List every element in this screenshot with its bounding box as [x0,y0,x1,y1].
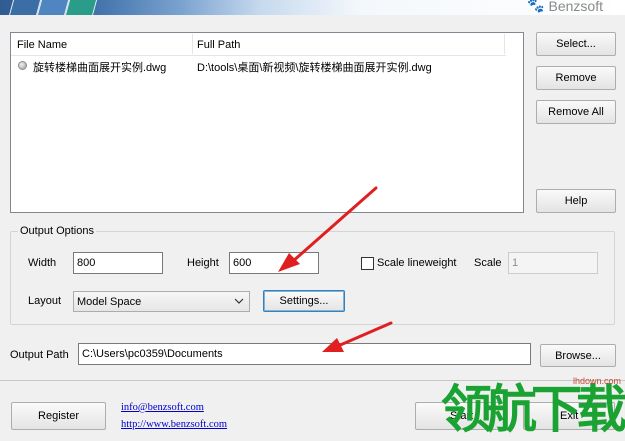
output-path-input[interactable] [78,343,531,365]
file-name-cell: 旋转楼梯曲面展开实例.dwg [33,62,167,74]
chevron-down-icon [234,298,244,304]
brand-logo: 🐾 Benzsoft [527,0,603,14]
scale-lineweight-label[interactable]: Scale lineweight [377,257,457,269]
width-label: Width [28,257,57,269]
height-input[interactable] [229,252,319,274]
settings-button[interactable]: Settings... [263,290,345,312]
output-options-title: Output Options [18,225,96,237]
website-link[interactable]: http://www.benzsoft.com [121,419,227,430]
width-input[interactable] [73,252,163,274]
select-button[interactable]: Select... [536,32,616,56]
register-button[interactable]: Register [11,402,106,430]
brand-name: Benzsoft [548,0,603,14]
table-row[interactable]: 旋转楼梯曲面展开实例.dwg D:\tools\桌面\新视频\旋转楼梯曲面展开实… [11,57,506,74]
watermark: 领航下载 lhdown.com [441,376,625,441]
header-banner: 🐾 Benzsoft [0,0,625,15]
scale-lineweight-checkbox[interactable] [361,257,374,270]
height-label: Height [187,257,219,269]
layout-dropdown[interactable]: Model Space [73,291,250,312]
layout-dropdown-value: Model Space [77,295,142,308]
column-header-full-path[interactable]: Full Path [197,39,240,51]
scale-input [508,252,598,274]
watermark-site: lhdown.com [572,376,621,386]
remove-button[interactable]: Remove [536,66,616,90]
remove-all-button[interactable]: Remove All [536,100,616,124]
column-header-file-name[interactable]: File Name [17,39,67,51]
scale-label: Scale [474,257,502,269]
watermark-text: 领航下载 [441,381,625,440]
column-divider[interactable] [192,34,193,54]
file-list[interactable]: File Name Full Path 旋转楼梯曲面展开实例.dwg D:\to… [10,32,524,213]
browse-button[interactable]: Browse... [540,344,616,367]
column-divider[interactable] [504,34,505,54]
file-status-icon [18,61,27,70]
file-list-header: File Name Full Path [11,33,506,56]
layout-label: Layout [28,295,62,307]
help-button[interactable]: Help [536,189,616,213]
paw-icon: 🐾 [527,0,545,13]
banner-graphic [64,0,100,15]
output-path-label: Output Path [10,349,69,361]
email-link[interactable]: info@benzsoft.com [121,402,204,413]
file-path-cell: D:\tools\桌面\新视频\旋转楼梯曲面展开实例.dwg [197,62,432,74]
